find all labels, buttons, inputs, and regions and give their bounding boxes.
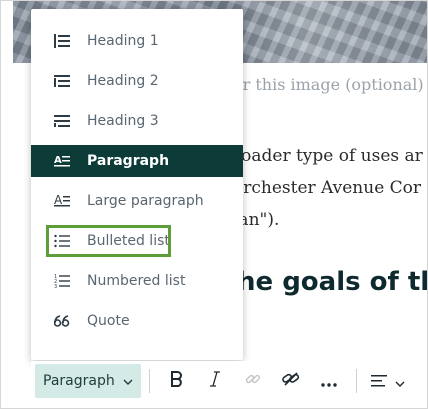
block-style-dropdown[interactable]: Paragraph: [35, 364, 141, 398]
menu-item-label: Large paragraph: [87, 193, 204, 209]
menu-item-heading-3[interactable]: Heading 3: [31, 105, 243, 137]
italic-icon: [209, 371, 221, 391]
heading-1-icon: [53, 32, 71, 50]
menu-item-heading-2[interactable]: Heading 2: [31, 65, 243, 97]
menu-item-label: Numbered list: [87, 273, 186, 289]
editor-frame: or this image (optional) roader type of …: [0, 0, 428, 409]
numbered-list-icon: 1 2 3: [53, 272, 71, 290]
heading-3-icon: [53, 112, 71, 130]
block-style-label: Paragraph: [43, 373, 115, 389]
menu-item-large-paragraph[interactable]: A Large paragraph: [31, 185, 243, 217]
toolbar-divider: [355, 369, 357, 393]
menu-item-label: Bulleted list: [87, 233, 170, 249]
heading-2-icon: [53, 72, 71, 90]
more-icon: [321, 372, 337, 391]
chevron-down-icon: [123, 373, 133, 389]
unlink-icon: [281, 371, 300, 391]
link-button[interactable]: [234, 364, 272, 398]
large-paragraph-icon: A: [53, 192, 71, 210]
menu-item-quote[interactable]: Quote: [31, 305, 243, 337]
toolbar-divider: [148, 369, 150, 393]
menu-item-numbered-list[interactable]: 1 2 3 Numbered list: [31, 265, 243, 297]
menu-item-label: Quote: [87, 313, 130, 329]
bold-button[interactable]: [158, 364, 196, 398]
menu-item-label: Heading 1: [87, 33, 159, 49]
chevron-down-icon: [395, 372, 405, 391]
bulleted-list-icon: [53, 232, 71, 250]
bold-icon: [170, 371, 184, 391]
menu-item-bulleted-list[interactable]: Bulleted list: [31, 225, 243, 257]
quote-icon: [53, 312, 71, 330]
body-text-line-2[interactable]: orchester Avenue Cor: [233, 178, 421, 198]
section-heading[interactable]: he goals of the: [237, 267, 427, 297]
align-dropdown-button[interactable]: [365, 364, 411, 398]
unlink-button[interactable]: [272, 364, 310, 398]
svg-text:A: A: [54, 155, 62, 166]
align-left-icon: [370, 372, 387, 391]
menu-item-heading-1[interactable]: Heading 1: [31, 25, 243, 57]
paragraph-icon: A: [53, 152, 71, 170]
italic-button[interactable]: [196, 364, 234, 398]
block-style-menu: Heading 1 Heading 2 Heading 3 A Paragrap…: [31, 9, 243, 360]
more-options-button[interactable]: [310, 364, 348, 398]
formatting-toolbar: Paragraph: [31, 361, 415, 401]
svg-text:3: 3: [54, 284, 57, 289]
link-icon: [245, 371, 261, 391]
image-caption-placeholder[interactable]: or this image (optional): [233, 75, 424, 94]
menu-item-label: Heading 2: [87, 73, 159, 89]
menu-item-label: Heading 3: [87, 113, 159, 129]
menu-item-label: Paragraph: [87, 153, 170, 169]
body-text-line-1[interactable]: roader type of uses ar: [233, 146, 423, 166]
menu-item-paragraph[interactable]: A Paragraph: [31, 145, 243, 177]
